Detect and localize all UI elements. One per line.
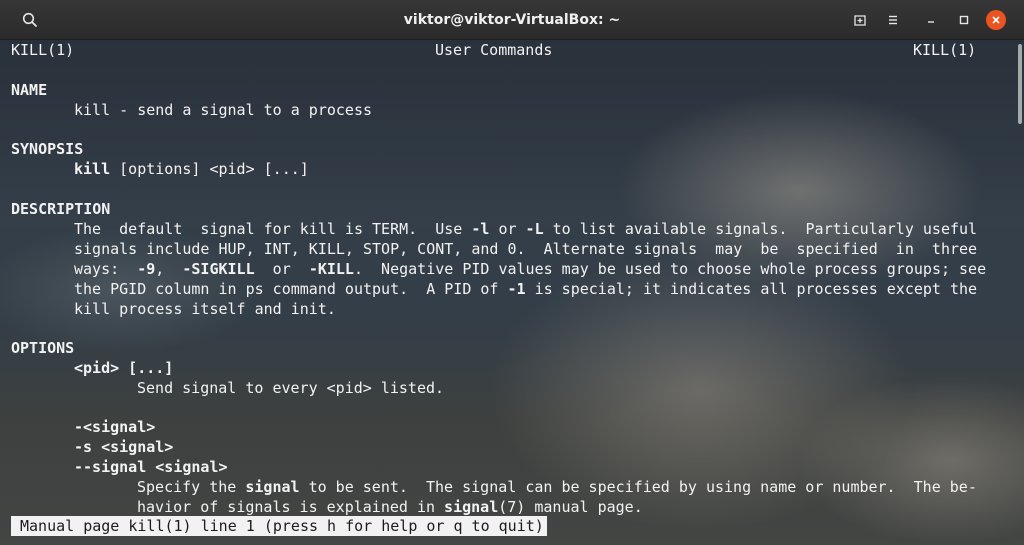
synopsis-line: kill [options] <pid> [...]	[74, 159, 309, 179]
search-icon	[22, 12, 37, 27]
pager-status-line: Manual page kill(1) line 1 (press h for …	[11, 516, 547, 536]
synopsis-command: kill	[74, 160, 111, 178]
terminal-window: viktor@viktor-VirtualBox: ~ KILL(1) User…	[0, 0, 1024, 545]
terminal-content[interactable]: KILL(1) User Commands KILL(1) NAME kill …	[0, 40, 1024, 545]
hamburger-menu-icon	[889, 15, 897, 25]
desc-text: ,	[155, 260, 183, 278]
desc-text: or	[489, 220, 526, 238]
desc-text: is special; it indicates all processes e…	[525, 280, 978, 298]
section-heading-options: OPTIONS	[11, 339, 75, 357]
minimize-icon	[928, 21, 934, 23]
option-pid-description: Send signal to every <pid> listed.	[137, 379, 445, 397]
title-bar: viktor@viktor-VirtualBox: ~	[0, 0, 1024, 40]
desc-text: ways:	[74, 260, 138, 278]
man-header-right: KILL(1)	[913, 41, 977, 59]
name-text: kill - send a signal to a process	[74, 101, 373, 119]
search-button[interactable]	[16, 6, 44, 34]
option-signal-description-line-2: havior of signals is explained in signal…	[137, 497, 643, 517]
description-line-3: ways: -9, -SIGKILL or -KILL. Negative PI…	[74, 259, 986, 279]
section-heading-description: DESCRIPTION	[11, 200, 111, 218]
menu-button[interactable]	[879, 6, 907, 34]
minimize-button[interactable]	[917, 6, 945, 34]
description-line-4: the PGID column in ps command output. A …	[74, 279, 977, 299]
option-s-signal-label: -s <signal>	[74, 438, 174, 456]
scrollbar[interactable]	[1018, 44, 1022, 124]
man-header-center: User Commands	[435, 41, 553, 59]
option-long-signal-label: --signal <signal>	[74, 458, 228, 476]
desc-text: (7) manual page.	[498, 498, 643, 516]
description-line-2: signals include HUP, INT, KILL, STOP, CO…	[74, 240, 978, 258]
desc-keyword: signal	[444, 498, 499, 516]
desc-text: . Negative PID values may be used to cho…	[353, 260, 987, 278]
description-line-1: The default signal for kill is TERM. Use…	[74, 219, 977, 239]
section-heading-synopsis: SYNOPSIS	[11, 140, 84, 158]
desc-flag: -L	[525, 220, 544, 238]
new-tab-icon	[854, 15, 866, 26]
desc-flag: -KILL	[308, 260, 354, 278]
desc-flag: -1	[507, 280, 526, 298]
desc-text: the PGID column in ps command output. A …	[74, 280, 508, 298]
desc-keyword: signal	[245, 478, 300, 496]
maximize-button[interactable]	[950, 6, 978, 34]
desc-text: havior of signals is explained in	[137, 498, 445, 516]
man-header-left: KILL(1)	[11, 41, 75, 59]
desc-flag: -SIGKILL	[182, 260, 255, 278]
section-heading-name: NAME	[11, 81, 48, 99]
option-pid-label: <pid> [...]	[74, 359, 174, 377]
new-tab-button[interactable]	[846, 6, 874, 34]
desc-text: to list available signals. Particularly …	[543, 220, 978, 238]
desc-flag: -l	[471, 220, 490, 238]
desc-text: The default signal for kill is TERM. Use	[74, 220, 472, 238]
option-signal-description-line-1: Specify the signal to be sent. The signa…	[137, 477, 977, 497]
close-icon	[992, 16, 1000, 24]
maximize-icon	[959, 15, 969, 25]
synopsis-args: [options] <pid> [...]	[110, 160, 309, 178]
option-signal-dash-label: -<signal>	[74, 418, 156, 436]
description-line-5: kill process itself and init.	[74, 300, 336, 318]
desc-text: to be sent. The signal can be specified …	[299, 478, 977, 496]
desc-flag: -9	[137, 260, 156, 278]
close-button-circle	[986, 10, 1006, 30]
desc-text: Specify the	[137, 478, 246, 496]
close-button[interactable]	[982, 6, 1010, 34]
desc-text: or	[254, 260, 309, 278]
